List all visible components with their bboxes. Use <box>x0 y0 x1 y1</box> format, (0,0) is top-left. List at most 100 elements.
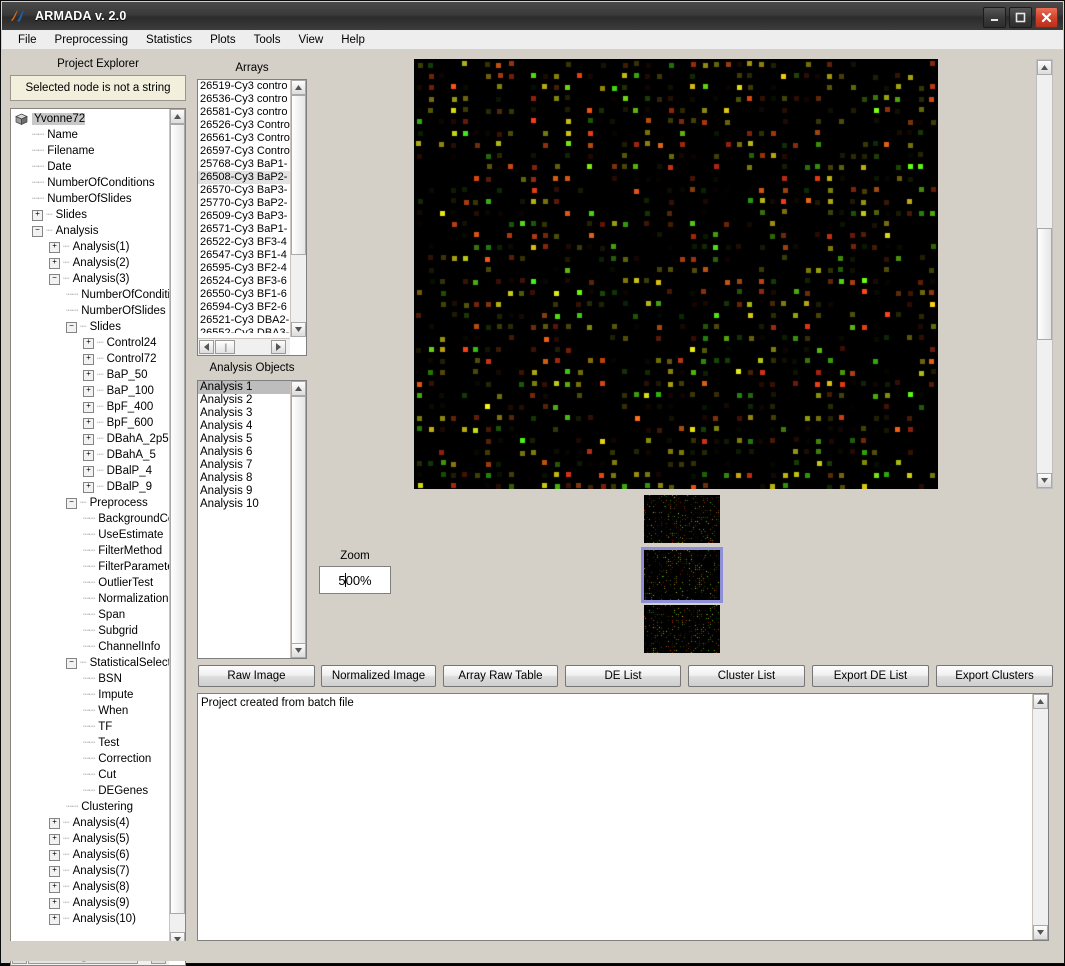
tree-node[interactable]: Yvonne72 <box>11 111 169 127</box>
analysis-objects-list-item[interactable]: Analysis 1 <box>198 381 290 394</box>
normalized-image-button[interactable]: Normalized Image <box>321 665 436 687</box>
analysis-objects-list-item[interactable]: Analysis 10 <box>198 498 290 511</box>
collapse-icon[interactable]: − <box>49 273 60 285</box>
arrays-list-item[interactable]: 26581-Cy3 contro <box>198 106 290 119</box>
export-de-list-button[interactable]: Export DE List <box>812 665 929 687</box>
tree-node[interactable]: ┈┈NumberOfConditions <box>11 287 169 303</box>
export-clusters-button[interactable]: Export Clusters <box>936 665 1053 687</box>
arrays-list-item[interactable]: 26508-Cy3 BaP2- <box>198 171 290 184</box>
tree-node[interactable]: + ┈ Control24 <box>11 335 169 351</box>
expand-icon[interactable]: + <box>49 897 60 909</box>
tree-node[interactable]: + ┈ Control72 <box>11 351 169 367</box>
image-vertical-scrollbar[interactable] <box>1036 59 1053 489</box>
project-tree[interactable]: Yvonne72 ┈┈ Name ┈┈ Filename ┈┈ Date ┈┈ NumberOf… <box>10 108 186 966</box>
tree-node[interactable]: + ┈ DBalP_9 <box>11 479 169 495</box>
arrays-list-item[interactable]: 26550-Cy3 BF1-6 <box>198 288 290 301</box>
analysis-objects-list-item[interactable]: Analysis 6 <box>198 446 290 459</box>
ao-scroll-up-arrow[interactable] <box>291 381 306 396</box>
arrays-list-item[interactable]: 25770-Cy3 BaP2- <box>198 197 290 210</box>
tree-node[interactable]: ┈┈ NumberOfSlides <box>11 191 169 207</box>
arrays-list-item[interactable]: 26509-Cy3 BaP3- <box>198 210 290 223</box>
arrays-scroll-down-arrow[interactable] <box>291 322 306 337</box>
tree-node[interactable]: + ┈ Analysis(4) <box>11 815 169 831</box>
collapse-icon[interactable]: − <box>66 321 77 333</box>
tree-node[interactable]: −┈StatisticalSelection <box>11 655 169 671</box>
microarray-image[interactable] <box>414 59 938 489</box>
tree-scroll-thumb[interactable] <box>170 124 185 914</box>
expand-icon[interactable]: + <box>49 257 60 269</box>
analysis-objects-listbox[interactable]: Analysis 1 Analysis 2 Analysis 3 Analysis 4… <box>197 380 307 659</box>
tree-vertical-scrollbar[interactable] <box>169 109 185 947</box>
arrays-list-item[interactable]: 26522-Cy3 BF3-4 <box>198 236 290 249</box>
arrays-list-item[interactable]: 26524-Cy3 BF3-6 <box>198 275 290 288</box>
tree-node[interactable]: + ┈ BpF_600 <box>11 415 169 431</box>
tree-node[interactable]: ┈┈ DEGenes <box>11 783 169 799</box>
tree-node[interactable]: + ┈ Analysis(10) <box>11 911 169 927</box>
array-raw-table-button[interactable]: Array Raw Table <box>443 665 558 687</box>
menu-file[interactable]: File <box>9 32 46 48</box>
expand-icon[interactable]: + <box>83 385 94 397</box>
tree-node[interactable]: + ┈ BaP_50 <box>11 367 169 383</box>
tree-node[interactable]: ┈┈ When <box>11 703 169 719</box>
menu-preprocessing[interactable]: Preprocessing <box>46 32 138 48</box>
tree-node[interactable]: + ┈ Analysis(1) <box>11 239 169 255</box>
de-list-button[interactable]: DE List <box>565 665 681 687</box>
tree-node[interactable]: − ┈ Preprocess <box>11 495 169 511</box>
tree-node[interactable]: ┈┈ UseEstimate <box>11 527 169 543</box>
arrays-list-item[interactable]: 26561-Cy3 Contro <box>198 132 290 145</box>
expand-icon[interactable]: + <box>83 481 94 493</box>
arrays-scroll-right-arrow[interactable] <box>271 340 286 354</box>
arrays-list-item[interactable]: 26571-Cy3 BaP1- <box>198 223 290 236</box>
arrays-list-item[interactable]: 26595-Cy3 BF2-4 <box>198 262 290 275</box>
image-scroll-thumb[interactable] <box>1037 228 1052 340</box>
maximize-button[interactable] <box>1009 7 1032 28</box>
analysis-objects-list-item[interactable]: Analysis 9 <box>198 485 290 498</box>
log-vertical-scrollbar[interactable] <box>1032 694 1048 940</box>
tree-node[interactable]: ┈┈ Impute <box>11 687 169 703</box>
expand-icon[interactable]: + <box>83 337 94 349</box>
tree-node[interactable]: ┈┈ Name <box>11 127 169 143</box>
tree-node[interactable]: ┈┈ FilterMethod <box>11 543 169 559</box>
analysis-objects-list-item[interactable]: Analysis 7 <box>198 459 290 472</box>
raw-image-button[interactable]: Raw Image <box>198 665 315 687</box>
tree-node[interactable]: + ┈ Analysis(6) <box>11 847 169 863</box>
thumbnail-current[interactable] <box>641 547 723 603</box>
expand-icon[interactable]: + <box>32 209 43 221</box>
expand-icon[interactable]: + <box>83 369 94 381</box>
tree-node[interactable]: ┈┈ Date <box>11 159 169 175</box>
arrays-horizontal-scrollbar[interactable]: || <box>198 338 290 355</box>
tree-node[interactable]: ┈┈ Subgrid <box>11 623 169 639</box>
tree-scroll-up-arrow[interactable] <box>170 109 185 124</box>
arrays-list-item[interactable]: 26519-Cy3 contro <box>198 80 290 93</box>
menu-tools[interactable]: Tools <box>245 32 290 48</box>
ao-scroll-thumb[interactable] <box>291 396 306 644</box>
analysis-objects-list-item[interactable]: Analysis 2 <box>198 394 290 407</box>
tree-node[interactable]: − ┈ Analysis(3) <box>11 271 169 287</box>
arrays-list-item[interactable]: 26594-Cy3 BF2-6 <box>198 301 290 314</box>
tree-node[interactable]: − ┈ Analysis <box>11 223 169 239</box>
tree-node[interactable]: + ┈ BpF_400 <box>11 399 169 415</box>
arrays-list-item[interactable]: 26547-Cy3 BF1-4 <box>198 249 290 262</box>
thumbnail-next[interactable] <box>644 605 720 653</box>
expand-icon[interactable]: + <box>83 401 94 413</box>
analysis-objects-scrollbar[interactable] <box>290 381 306 658</box>
log-scroll-down-arrow[interactable] <box>1033 925 1048 940</box>
expand-icon[interactable]: + <box>83 433 94 445</box>
arrays-scroll-up-arrow[interactable] <box>291 80 306 95</box>
tree-node[interactable]: + ┈ Analysis(5) <box>11 831 169 847</box>
close-button[interactable] <box>1035 7 1058 28</box>
expand-icon[interactable]: + <box>49 817 60 829</box>
arrays-list-item[interactable]: 26526-Cy3 Contro <box>198 119 290 132</box>
collapse-icon[interactable]: − <box>32 225 43 237</box>
tree-node[interactable]: ┈┈ BSN <box>11 671 169 687</box>
log-panel[interactable]: Project created from batch file <box>197 693 1049 941</box>
expand-icon[interactable]: + <box>49 865 60 877</box>
analysis-objects-list-item[interactable]: Analysis 3 <box>198 407 290 420</box>
tree-node[interactable]: + ┈ DBahA_2p5 <box>11 431 169 447</box>
expand-icon[interactable]: + <box>49 241 60 253</box>
thumbnail-previous[interactable] <box>644 495 720 543</box>
image-scroll-down-arrow[interactable] <box>1037 473 1052 488</box>
image-scroll-up-arrow[interactable] <box>1037 60 1052 75</box>
analysis-objects-list-item[interactable]: Analysis 5 <box>198 433 290 446</box>
tree-node[interactable]: ┈┈ ChannelInfo <box>11 639 169 655</box>
